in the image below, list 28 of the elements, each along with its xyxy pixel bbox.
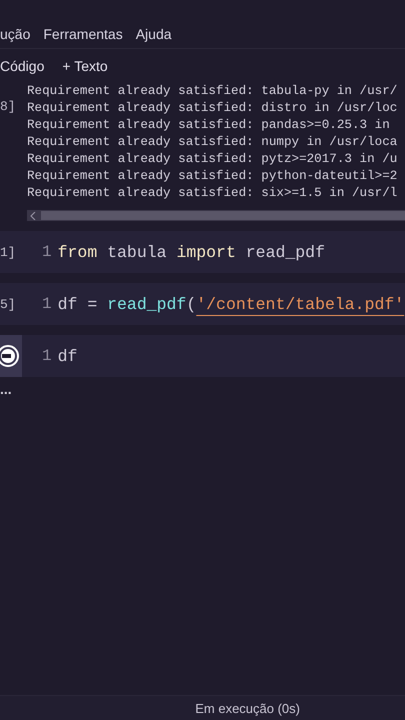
menu-item[interactable]: Ajuda xyxy=(136,26,172,42)
line-number: 1 xyxy=(42,347,52,365)
menu-item[interactable]: ução xyxy=(0,26,30,42)
code-line: df = read_pdf('/content/tabela.pdf' xyxy=(58,294,404,314)
code-line: from tabula import read_pdf xyxy=(58,242,325,262)
line-number: 1 xyxy=(42,243,52,261)
output-line: Requirement already satisfied: six>=1.5 in /usr/l xyxy=(27,185,398,202)
menu-item[interactable]: Ferramentas xyxy=(43,26,123,42)
output-line: Requirement already satisfied: pandas>=0.25.3 in xyxy=(27,117,391,134)
stop-icon[interactable] xyxy=(0,344,22,368)
execution-count: 1] xyxy=(0,244,16,260)
execution-count: 8] xyxy=(0,98,17,116)
output-line: Requirement already satisfied: numpy in /usr/loca xyxy=(27,134,398,151)
output-indicator: ... xyxy=(0,381,12,397)
output-line: Requirement already satisfied: python-dateutil>=2 xyxy=(27,168,398,185)
toolbar-button[interactable]: Código xyxy=(0,58,44,74)
code-cell[interactable]: 1 df xyxy=(0,335,405,377)
horizontal-scrollbar[interactable] xyxy=(27,210,405,221)
code-cell[interactable]: 5] 1 df = read_pdf('/content/tabela.pdf' xyxy=(0,283,405,325)
output-line: Requirement already satisfied: pytz>=2017.3 in /u xyxy=(27,151,398,168)
status-text: Em execução (0s) xyxy=(195,700,300,716)
line-number: 1 xyxy=(42,295,52,313)
output-line: Requirement already satisfied: tabula-py in /usr/ xyxy=(27,83,398,100)
toolbar-button[interactable]: + Texto xyxy=(62,58,108,74)
execution-count: 5] xyxy=(0,296,16,312)
code-cell[interactable]: 1] 1 from tabula import read_pdf xyxy=(0,231,405,273)
code-line: df xyxy=(58,346,78,366)
output-line: Requirement already satisfied: distro in /usr/loc xyxy=(27,100,398,117)
